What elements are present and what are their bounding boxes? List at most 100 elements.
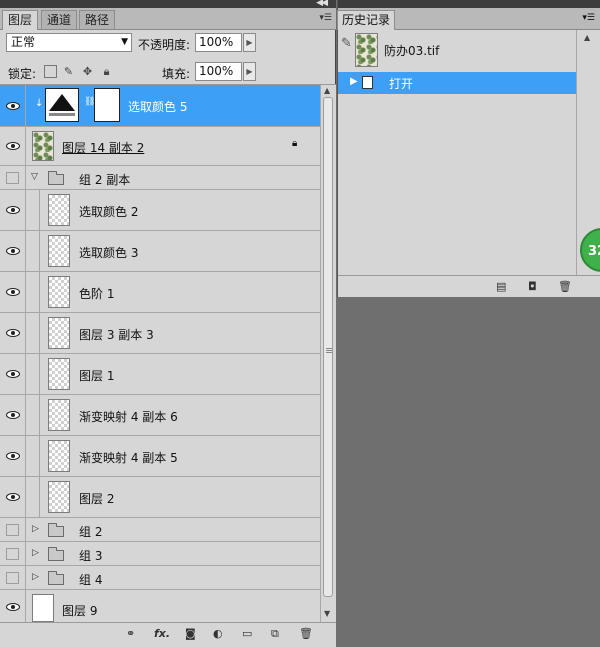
collapse-triangle-icon[interactable]: ▷	[32, 524, 39, 534]
layers-panel: ◀◀ 图层 通道 路径 ▾☰ 正常 ▼ 不透明度: 100% ▶ 锁定: ✎ ✥ …	[0, 0, 336, 647]
new-document-from-state-icon[interactable]: ▤	[496, 280, 506, 294]
visibility-toggle[interactable]	[0, 190, 26, 230]
layer-row[interactable]: 选取颜色 2	[0, 190, 320, 231]
layers-scrollbar[interactable]: ▲ ▼	[320, 85, 336, 622]
layer-thumbnail	[48, 399, 70, 431]
layer-row[interactable]: 图层 3 副本 3	[0, 313, 320, 354]
layer-row[interactable]: 渐变映射 4 副本 5	[0, 436, 320, 477]
visibility-toggle[interactable]	[0, 436, 26, 476]
history-snapshot[interactable]: ✎ 防办03.tif	[338, 30, 576, 70]
visibility-toggle[interactable]	[0, 518, 26, 541]
group-name: 组 4	[79, 573, 103, 587]
layer-thumbnail	[48, 235, 70, 267]
expand-triangle-icon[interactable]: ▽	[31, 172, 38, 182]
layer-row[interactable]: 选取颜色 3	[0, 231, 320, 272]
layer-row[interactable]: 渐变映射 4 副本 6	[0, 395, 320, 436]
scroll-up-icon[interactable]: ▲	[584, 33, 590, 42]
lock-move-icon[interactable]: ✥	[81, 65, 94, 78]
layer-row[interactable]: 图层 2	[0, 477, 320, 518]
group-name: 组 3	[79, 549, 103, 563]
layer-name: 图层 14 副本 2	[62, 141, 145, 155]
visibility-toggle[interactable]	[0, 590, 26, 622]
history-step-open[interactable]: ▶ 打开	[338, 72, 576, 94]
layer-name: 渐变映射 4 副本 6	[79, 410, 178, 424]
history-titlebar[interactable]	[338, 0, 600, 8]
blend-mode-select[interactable]: 正常 ▼	[6, 33, 132, 52]
mask-icon[interactable]: ◙	[185, 627, 196, 641]
scroll-down-icon[interactable]: ▼	[324, 609, 330, 618]
tab-channels[interactable]: 通道	[41, 10, 78, 29]
collapse-triangle-icon[interactable]: ▷	[32, 548, 39, 558]
lock-all-icon[interactable]: 🔒︎	[100, 65, 113, 78]
trash-icon[interactable]: 🗑︎	[299, 627, 313, 641]
lock-icon: 🔒︎	[292, 138, 298, 149]
group-row[interactable]: ▷ 组 4	[0, 566, 320, 590]
layer-row[interactable]: 图层 14 副本 2 🔒︎	[0, 127, 320, 166]
visibility-toggle[interactable]	[0, 127, 26, 165]
lock-brush-icon[interactable]: ✎	[62, 65, 75, 78]
folder-icon	[48, 171, 64, 185]
layer-name: 渐变映射 4 副本 5	[79, 451, 178, 465]
group-row[interactable]: ▷ 组 3	[0, 542, 320, 566]
panel-menu-icon[interactable]: ▾☰	[319, 13, 332, 23]
hidden-box-icon	[6, 171, 19, 184]
panel-menu-icon[interactable]: ▾☰	[582, 13, 595, 23]
link-icon[interactable]: ⚭	[126, 627, 135, 641]
visibility-toggle[interactable]	[0, 477, 26, 517]
blend-row: 正常 ▼ 不透明度: 100% ▶	[0, 30, 336, 58]
tab-history[interactable]: 历史记录	[337, 10, 396, 30]
layer-thumbnail	[48, 358, 70, 390]
visibility-toggle[interactable]	[0, 566, 26, 589]
layer-name: 选取颜色 3	[79, 246, 139, 260]
layer-row[interactable]: ↓ ⛓ 选取颜色 5	[0, 85, 320, 127]
layer-name: 图层 1	[79, 369, 115, 383]
layer-thumbnail	[32, 131, 54, 161]
lock-row: 锁定: ✎ ✥ 🔒︎ 填充: 100% ▶	[0, 60, 336, 85]
collapse-triangle-icon[interactable]: ▷	[32, 572, 39, 582]
scroll-thumb[interactable]	[323, 97, 333, 597]
layer-thumbnail	[48, 440, 70, 472]
visibility-toggle[interactable]	[0, 85, 26, 126]
group-row[interactable]: ▷ 组 2	[0, 518, 320, 542]
opacity-input[interactable]: 100%	[195, 33, 242, 52]
visibility-toggle[interactable]	[0, 166, 26, 189]
snapshot-camera-icon[interactable]: ◘	[528, 280, 537, 294]
fill-input[interactable]: 100%	[195, 62, 242, 81]
trash-icon[interactable]: 🗑︎	[558, 280, 572, 294]
folder-icon	[48, 547, 64, 561]
snapshot-thumbnail	[355, 33, 378, 67]
visibility-toggle[interactable]	[0, 354, 26, 394]
visibility-toggle[interactable]	[0, 231, 26, 271]
new-layer-icon[interactable]: ⧉	[271, 627, 279, 641]
hidden-box-icon	[6, 523, 19, 536]
adjustment-icon[interactable]: ◐	[213, 627, 223, 641]
hidden-box-icon	[6, 571, 19, 584]
layer-name: 图层 9	[62, 604, 98, 618]
layer-row[interactable]: 图层 1	[0, 354, 320, 395]
fx-icon[interactable]: fx.	[154, 627, 170, 641]
layer-thumbnail	[48, 194, 70, 226]
layer-name: 选取颜色 2	[79, 205, 139, 219]
history-brush-icon[interactable]: ✎	[341, 36, 352, 51]
visibility-toggle[interactable]	[0, 272, 26, 312]
tab-paths[interactable]: 路径	[79, 10, 116, 29]
collapse-icon[interactable]: ◀◀	[316, 0, 328, 8]
mask-thumbnail[interactable]	[94, 88, 120, 122]
panel-titlebar[interactable]: ◀◀	[0, 0, 336, 8]
visibility-toggle[interactable]	[0, 313, 26, 353]
tab-layers[interactable]: 图层	[2, 10, 39, 30]
layer-row[interactable]: 图层 9	[0, 590, 320, 622]
fill-slider-button[interactable]: ▶	[243, 62, 256, 81]
state-marker-icon: ▶	[350, 76, 358, 87]
lock-transparent-icon[interactable]	[44, 65, 57, 78]
layer-row[interactable]: 色阶 1	[0, 272, 320, 313]
group-row[interactable]: ▽ 组 2 副本	[0, 166, 320, 190]
group-name: 组 2	[79, 525, 103, 539]
scroll-up-icon[interactable]: ▲	[324, 86, 330, 95]
visibility-toggle[interactable]	[0, 395, 26, 435]
opacity-slider-button[interactable]: ▶	[243, 33, 256, 52]
group-icon[interactable]: ▭	[242, 627, 252, 641]
visibility-toggle[interactable]	[0, 542, 26, 565]
layers-tabbar: 图层 通道 路径 ▾☰	[0, 8, 336, 30]
eye-icon	[6, 493, 20, 501]
